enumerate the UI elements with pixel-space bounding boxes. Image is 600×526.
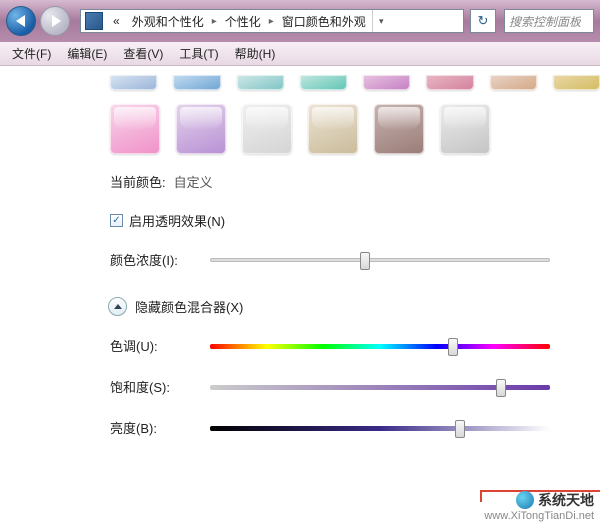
arrow-right-icon [52,15,61,27]
saturation-slider[interactable] [210,378,550,396]
menu-tools[interactable]: 工具(T) [171,43,226,64]
color-swatch[interactable] [242,104,292,154]
slider-thumb[interactable] [455,420,465,438]
color-swatch[interactable] [426,75,473,90]
color-swatch-row-2 [0,104,600,154]
current-color-row: 当前颜色: 自定义 [110,172,600,191]
content-area: 当前颜色: 自定义 ✓ 启用透明效果(N) 颜色浓度(I): 隐藏颜色混合器(X… [0,66,600,437]
breadcrumb-seg-2[interactable]: 个性化 [219,10,267,32]
slider-track [210,344,550,349]
transparency-checkbox[interactable]: ✓ [110,214,123,227]
globe-icon [516,491,534,509]
refresh-icon: ↻ [478,13,489,29]
saturation-row: 饱和度(S): [110,377,600,396]
watermark-url: www.XiTongTianDi.net [484,510,594,522]
chevron-up-icon [114,304,122,309]
color-swatch[interactable] [374,104,424,154]
mixer-label: 隐藏颜色混合器(X) [135,297,243,316]
color-swatch[interactable] [308,104,358,154]
current-color-value: 自定义 [174,172,213,191]
slider-track [210,258,550,262]
breadcrumb-seg-3[interactable]: 窗口颜色和外观 [276,10,372,32]
intensity-label: 颜色浓度(I): [110,250,190,269]
hue-slider[interactable] [210,337,550,355]
color-swatch[interactable] [173,75,220,90]
hue-label: 色调(U): [110,336,190,355]
address-bar[interactable]: « 外观和个性化 ▸ 个性化 ▸ 窗口颜色和外观 ▾ [80,9,464,33]
current-color-label: 当前颜色: [110,172,166,191]
saturation-label: 饱和度(S): [110,377,190,396]
color-swatch[interactable] [176,104,226,154]
arrow-left-icon [16,15,25,27]
brightness-label: 亮度(B): [110,418,190,437]
breadcrumb-seg-1[interactable]: 外观和个性化 [126,10,210,32]
refresh-button[interactable]: ↻ [470,9,496,33]
forward-button[interactable] [40,6,70,36]
menu-help[interactable]: 帮助(H) [227,43,284,64]
chevron-right-icon: ▸ [210,16,219,27]
search-input[interactable]: 搜索控制面板 [504,9,594,33]
menu-bar: 文件(F) 编辑(E) 查看(V) 工具(T) 帮助(H) [0,42,600,66]
window-titlebar: « 外观和个性化 ▸ 个性化 ▸ 窗口颜色和外观 ▾ ↻ 搜索控制面板 [0,0,600,42]
chevron-right-icon: ▸ [267,16,276,27]
color-swatch[interactable] [490,75,537,90]
mixer-collapse-button[interactable] [108,297,127,316]
control-panel-icon [85,12,103,30]
mixer-toggle-row: 隐藏颜色混合器(X) [108,297,600,316]
color-swatch[interactable] [110,75,157,90]
slider-thumb[interactable] [496,379,506,397]
color-swatch[interactable] [363,75,410,90]
watermark: 系统天地 www.XiTongTianDi.net [484,490,594,522]
color-swatch-row-1 [0,75,600,90]
color-swatch[interactable] [300,75,347,90]
intensity-row: 颜色浓度(I): [110,250,600,269]
hue-row: 色调(U): [110,336,600,355]
checkmark-icon: ✓ [112,216,120,226]
slider-thumb[interactable] [448,338,458,356]
menu-view[interactable]: 查看(V) [115,43,171,64]
breadcrumb-prefix: « [107,10,126,32]
search-placeholder: 搜索控制面板 [509,13,581,30]
brightness-slider[interactable] [210,419,550,437]
brightness-row: 亮度(B): [110,418,600,437]
menu-edit[interactable]: 编辑(E) [59,43,115,64]
slider-track [210,426,550,431]
transparency-label: 启用透明效果(N) [129,211,225,230]
chevron-down-icon: ▾ [379,16,384,27]
color-swatch[interactable] [237,75,284,90]
color-swatch[interactable] [440,104,490,154]
color-swatch[interactable] [110,104,160,154]
address-dropdown[interactable]: ▾ [372,10,390,32]
slider-thumb[interactable] [360,252,370,270]
menu-file[interactable]: 文件(F) [4,43,59,64]
watermark-brand: 系统天地 [538,490,594,510]
transparency-row: ✓ 启用透明效果(N) [110,211,600,230]
back-button[interactable] [6,6,36,36]
color-swatch[interactable] [553,75,600,90]
intensity-slider[interactable] [210,251,550,269]
